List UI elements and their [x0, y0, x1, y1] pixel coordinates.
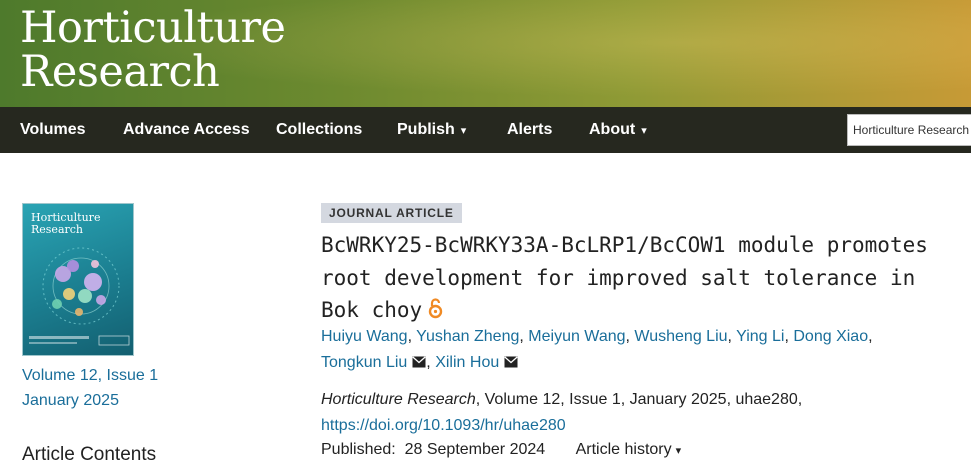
article-history-toggle[interactable]: Article history ▾: [576, 441, 682, 458]
article-title-line-2: root development for improved salt toler…: [321, 265, 916, 290]
citation-line-2: https://doi.org/10.1093/hr/uhae280: [321, 413, 941, 439]
nav-advance-access-label: Advance Access: [123, 121, 250, 138]
search-scope-label: Horticulture Research: [853, 123, 970, 137]
citation-details: , Volume 12, Issue 1, January 2025, uhae…: [475, 391, 803, 408]
doi-link[interactable]: https://doi.org/10.1093/hr/uhae280: [321, 417, 566, 434]
article-contents-heading: Article Contents: [22, 444, 157, 465]
author-separator: ,: [868, 328, 873, 345]
envelope-icon[interactable]: [504, 356, 518, 368]
published-label: Published:: [321, 441, 396, 458]
author-link[interactable]: Xilin Hou: [435, 354, 499, 371]
article-title-line-3: Bok choy: [321, 298, 423, 322]
article-title-line-3-wrap: Bok choy: [321, 294, 951, 327]
open-access-icon: [428, 298, 443, 319]
author-list: Huiyu Wang, Yushan Zheng, Meiyun Wang, W…: [321, 324, 921, 376]
nav-volumes-label: Volumes: [20, 121, 86, 138]
author-link[interactable]: Dong Xiao: [793, 328, 868, 345]
author-line-2: Tongkun Liu, Xilin Hou: [321, 350, 921, 376]
caret-down-icon: ▾: [460, 125, 467, 137]
issue-date-link[interactable]: January 2025: [22, 392, 119, 410]
author-link[interactable]: Huiyu Wang: [321, 328, 408, 345]
author-separator: ,: [519, 328, 524, 345]
cover-title-line-2: Research: [31, 223, 84, 236]
publication-info: Published: 28 September 2024 Article his…: [321, 437, 681, 464]
nav-alerts-label: Alerts: [507, 121, 553, 138]
nav-volumes[interactable]: Volumes: [20, 107, 86, 153]
author-separator: ,: [426, 354, 431, 371]
caret-down-icon: ▾: [675, 445, 682, 457]
search-scope-select[interactable]: Horticulture Research: [847, 114, 971, 146]
journal-cover-image[interactable]: Horticulture Research: [22, 203, 134, 356]
author-link[interactable]: Tongkun Liu: [321, 354, 407, 371]
nav-about[interactable]: About ▾: [589, 107, 647, 153]
nav-advance-access[interactable]: Advance Access: [123, 107, 250, 153]
article-title: BcWRKY25-BcWRKY33A-BcLRP1/BcCOW1 module …: [321, 229, 951, 327]
author-separator: ,: [625, 328, 630, 345]
nav-publish[interactable]: Publish ▾: [397, 107, 466, 153]
volume-issue-link[interactable]: Volume 12, Issue 1: [22, 367, 158, 385]
author-link[interactable]: Wusheng Liu: [634, 328, 727, 345]
author-line-1: Huiyu Wang, Yushan Zheng, Meiyun Wang, W…: [321, 324, 921, 350]
cover-title: Horticulture Research: [31, 212, 100, 236]
site-logo[interactable]: Horticulture Research: [20, 3, 286, 97]
author-separator: ,: [727, 328, 732, 345]
nav-about-label: About: [589, 121, 636, 138]
nav-collections[interactable]: Collections: [276, 107, 362, 153]
citation-journal: Horticulture Research: [321, 391, 476, 408]
published-date: 28 September 2024: [404, 441, 546, 458]
envelope-icon[interactable]: [412, 356, 426, 368]
nav-collections-label: Collections: [276, 121, 363, 138]
caret-down-icon: ▾: [641, 125, 647, 137]
logo-line-2: Research: [20, 47, 220, 97]
article-history-label: Article history: [575, 441, 672, 458]
nav-publish-label: Publish: [397, 121, 455, 138]
article-title-line-1: BcWRKY25-BcWRKY33A-BcLRP1/BcCOW1 module …: [321, 233, 928, 257]
article-type-badge: JOURNAL ARTICLE: [321, 203, 462, 223]
main-nav: Volumes Advance Access Collections Publi…: [0, 107, 971, 153]
citation-line-1: Horticulture Research, Volume 12, Issue …: [321, 387, 941, 413]
site-banner: Horticulture Research: [0, 0, 971, 107]
citation-block: Horticulture Research, Volume 12, Issue …: [321, 387, 941, 439]
author-separator: ,: [407, 328, 413, 345]
nav-alerts[interactable]: Alerts: [507, 107, 552, 153]
author-separator: ,: [784, 328, 789, 345]
author-link[interactable]: Ying Li: [736, 328, 784, 345]
author-link[interactable]: Meiyun Wang: [528, 328, 625, 345]
author-link[interactable]: Yushan Zheng: [416, 328, 519, 345]
logo-line-1: Horticulture: [20, 3, 286, 53]
